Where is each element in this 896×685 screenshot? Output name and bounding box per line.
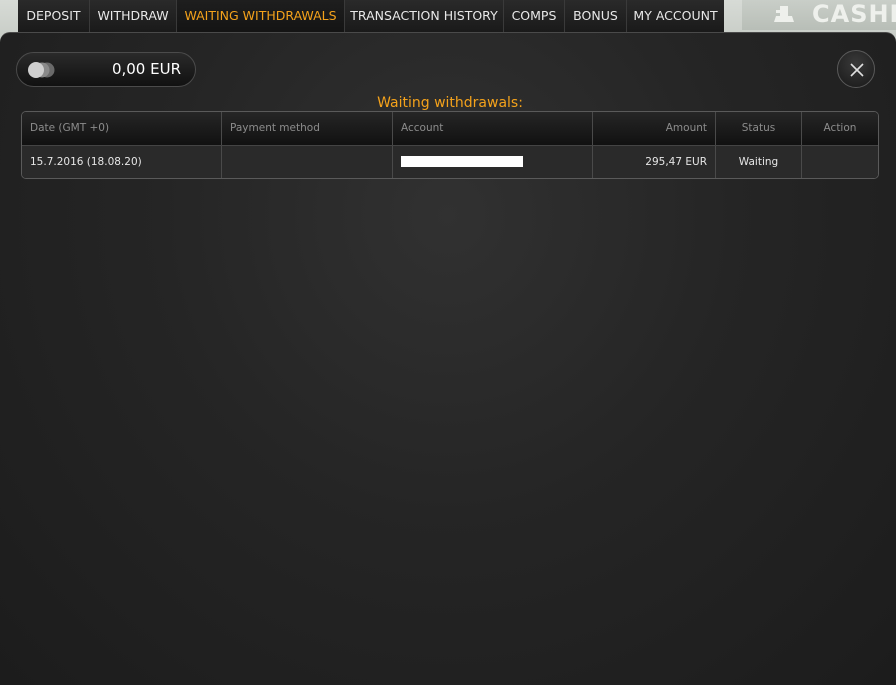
- coins-icon: [28, 62, 55, 78]
- header-account: Account: [393, 112, 593, 145]
- cell-payment-method: [222, 146, 393, 178]
- tab-my-account[interactable]: MY ACCOUNT: [627, 0, 724, 32]
- cashier-desk-icon: [774, 6, 794, 22]
- redacted-account: [401, 155, 523, 167]
- table-header-row: Date (GMT +0) Payment method Account Amo…: [22, 112, 878, 145]
- balance-value: 0,00 EUR: [111, 60, 181, 78]
- tab-withdraw[interactable]: WITHDRAW: [90, 0, 177, 32]
- table-row: 15.7.2016 (18.08.20) 295,47 EUR Waiting: [22, 145, 878, 178]
- waiting-withdrawals-table: Date (GMT +0) Payment method Account Amo…: [21, 111, 879, 179]
- section-title: Waiting withdrawals:: [377, 95, 523, 111]
- cell-account: [393, 146, 593, 178]
- header-date: Date (GMT +0): [22, 112, 222, 145]
- close-icon: [850, 63, 864, 77]
- cell-action[interactable]: [802, 146, 878, 178]
- cell-status: Waiting: [716, 146, 802, 178]
- cashier-brand-text: CASHIE: [812, 0, 896, 28]
- close-button[interactable]: [837, 50, 875, 88]
- tab-bonus[interactable]: BONUS: [565, 0, 627, 32]
- header-action: Action: [823, 122, 857, 134]
- header-amount: Amount: [593, 112, 716, 145]
- cell-date: 15.7.2016 (18.08.20): [22, 146, 222, 178]
- cashier-tabs: DEPOSIT WITHDRAW WAITING WITHDRAWALS TRA…: [18, 0, 724, 32]
- header-payment-method: Payment method: [222, 112, 393, 145]
- tab-transaction-history[interactable]: TRANSACTION HISTORY: [345, 0, 504, 32]
- tab-deposit[interactable]: DEPOSIT: [18, 0, 90, 32]
- tab-comps[interactable]: COMPS: [504, 0, 565, 32]
- cell-amount: 295,47 EUR: [593, 146, 716, 178]
- tab-waiting-withdrawals[interactable]: WAITING WITHDRAWALS: [177, 0, 345, 32]
- balance-pill: 0,00 EUR: [16, 52, 196, 87]
- header-status: Status: [716, 112, 802, 145]
